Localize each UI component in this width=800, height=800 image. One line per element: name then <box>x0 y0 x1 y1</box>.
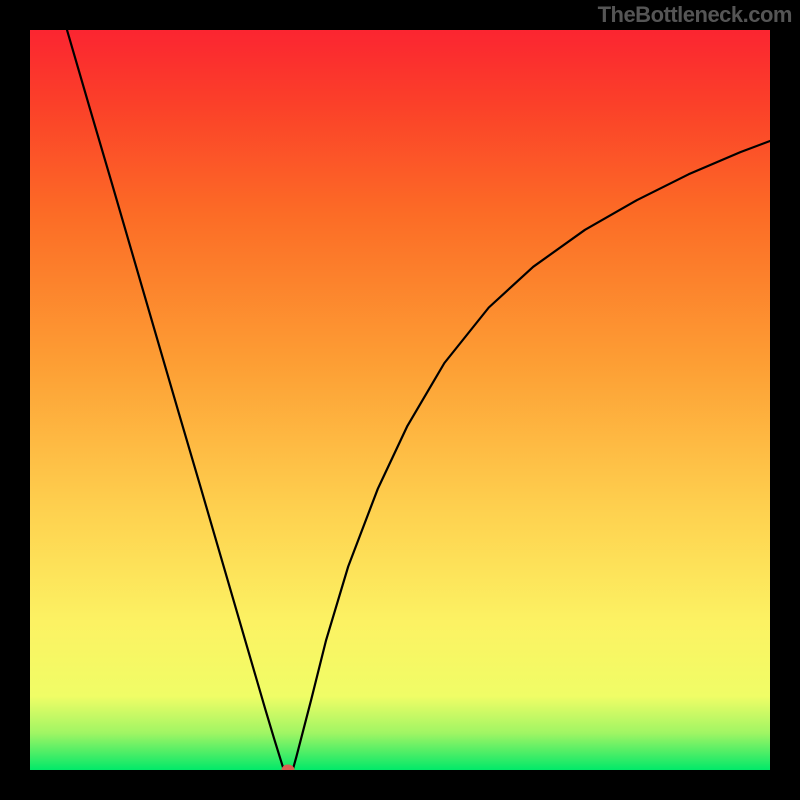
bottleneck-curve <box>30 30 770 770</box>
optimal-point-marker <box>282 765 295 771</box>
plot-area <box>30 30 770 770</box>
watermark-text: TheBottleneck.com <box>598 2 792 28</box>
chart-frame: TheBottleneck.com <box>0 0 800 800</box>
